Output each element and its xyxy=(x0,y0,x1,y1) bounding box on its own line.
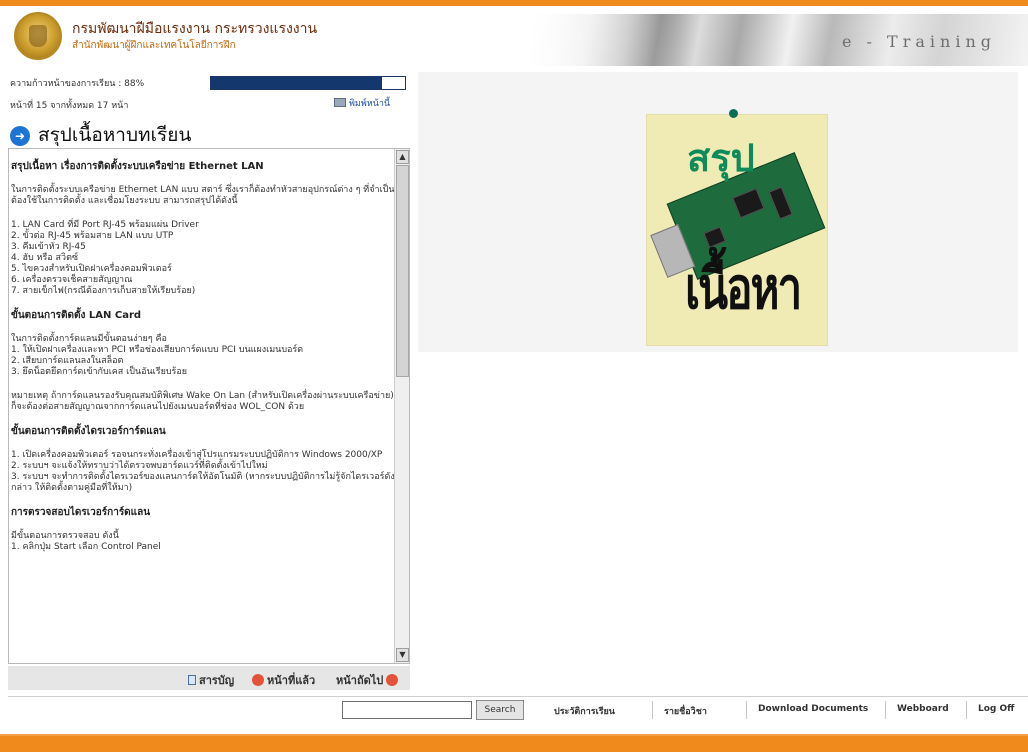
scroll-down-button[interactable]: ▼ xyxy=(396,648,409,662)
progress-fill xyxy=(211,77,382,89)
lesson-panel: ความก้าวหน้าของการเรียน : 88% หน้าที่ 15… xyxy=(8,72,412,692)
illustration-panel: สรุป เนื้อหา xyxy=(418,72,1022,692)
organization-name: กรมพัฒนาฝีมือแรงงาน กระทรวงแรงงาน xyxy=(72,21,318,37)
nav-download-documents[interactable]: Download Documents xyxy=(758,704,868,714)
banner-text: e - Training xyxy=(842,32,996,51)
arrow-right-icon: ➜ xyxy=(10,126,30,146)
organization-logo xyxy=(14,12,62,60)
pin-icon xyxy=(729,109,738,118)
divider xyxy=(966,701,967,719)
back-icon xyxy=(252,674,264,686)
content-heading: ขั้นตอนการติดตั้ง LAN Card xyxy=(11,310,142,321)
list-item: 5. ไขควงสำหรับเปิดฝาเครื่องคอมพิวเตอร์ xyxy=(11,264,172,274)
nav-log-off[interactable]: Log Off xyxy=(978,704,1014,714)
driver-steps-list: 1. เปิดเครื่องคอมพิวเตอร์ รอจนกระทั่งเคร… xyxy=(11,450,395,494)
list-item: 3. ระบบฯ จะทำการติดตั้งไดรเวอร์ของแลนการ… xyxy=(11,472,395,493)
list-item: 1. เปิดเครื่องคอมพิวเตอร์ รอจนกระทั่งเคร… xyxy=(11,450,383,460)
summary-card-image: สรุป เนื้อหา xyxy=(646,109,828,346)
list-item: 3. ยึดน็อตยึดการ์ดเข้ากับเคส เป็นอันเรีย… xyxy=(11,367,188,377)
next-label: หน้าถัดไป xyxy=(336,674,384,687)
next-button[interactable]: หน้าถัดไป xyxy=(336,671,399,689)
contents-label: สารบัญ xyxy=(199,674,235,687)
list-item: 2. ขั้วต่อ RJ-45 พร้อมสาย LAN แบบ UTP xyxy=(11,231,174,241)
contents-button[interactable]: สารบัญ xyxy=(188,671,234,689)
printer-icon xyxy=(334,98,346,107)
scroll-thumb[interactable] xyxy=(396,165,409,377)
chip xyxy=(732,188,765,219)
organization-subtitle: สำนักพัฒนาผู้ฝึกและเทคโนโลยีการฝึก xyxy=(72,40,236,51)
list-item: 4. ฮับ หรือ สวิตซ์ xyxy=(11,253,79,263)
check-steps-list: มีขั้นตอนการตรวจสอบ ดังนี้ 1. คลิกปุ่ม S… xyxy=(11,531,395,553)
list-item: 7. สายเข็กไฟ(กรณีต้องการเก็บสายให้เรียบร… xyxy=(11,286,196,296)
previous-label: หน้าที่แล้ว xyxy=(267,674,316,687)
equipment-list: 1. LAN Card ที่มี Port RJ-45 พร้อมแผ่น D… xyxy=(11,220,395,297)
next-icon xyxy=(386,674,399,686)
content-heading: การตรวจสอบไดรเวอร์การ์ดแลน xyxy=(11,507,151,518)
bottom-accent-bar xyxy=(0,734,1028,752)
lesson-content: สรุปเนื้อหา เรื่องการติดตั้งระบบเครือข่า… xyxy=(11,161,395,566)
site-header: กรมพัฒนาฝีมือแรงงาน กระทรวงแรงงาน สำนักพ… xyxy=(0,6,1028,66)
content-scrollbar[interactable]: ▲ ▼ xyxy=(394,149,409,663)
divider xyxy=(652,701,653,719)
page-count: หน้าที่ 15 จากทั้งหมด 17 หน้า xyxy=(10,101,129,111)
section-title-text: สรุปเนื้อหาบทเรียน xyxy=(38,124,192,146)
nav-learning-history[interactable]: ประวัติการเรียน xyxy=(554,704,615,718)
nav-course-list[interactable]: รายชื่อวิชา xyxy=(664,704,707,718)
install-steps-list: ในการติดตั้งการ์ดแลนมีขั้นตอนง่ายๆ คือ 1… xyxy=(11,334,395,378)
list-item: 2. ระบบฯ จะแจ้งให้ทราบว่าได้ตรวจพบฮาร์ดแ… xyxy=(11,461,268,471)
chip xyxy=(768,186,793,220)
content-paragraph: ในการติดตั้งระบบเครือข่าย Ethernet LAN แ… xyxy=(11,185,395,206)
print-page-link[interactable]: พิมพ์หน้านี้ xyxy=(334,96,390,110)
content-heading: ขั้นตอนการติดตั้งไดรเวอร์การ์ดแลน xyxy=(11,426,166,437)
content-heading: สรุปเนื้อหา เรื่องการติดตั้งระบบเครือข่า… xyxy=(11,161,264,172)
lesson-navigation: สารบัญ หน้าที่แล้ว หน้าถัดไป xyxy=(8,666,410,690)
list-item: 1. LAN Card ที่มี Port RJ-45 พร้อมแผ่น D… xyxy=(11,220,199,230)
content-note: หมายเหตุ ถ้าการ์ดแลนรองรับคุณสมบัติพิเศษ… xyxy=(11,391,394,412)
document-icon xyxy=(188,675,196,685)
progress-label: ความก้าวหน้าของการเรียน : 88% xyxy=(10,79,145,89)
list-intro: มีขั้นตอนการตรวจสอบ ดังนี้ xyxy=(11,531,119,541)
list-intro: ในการติดตั้งการ์ดแลนมีขั้นตอนง่ายๆ คือ xyxy=(11,334,167,344)
search-button[interactable]: Search xyxy=(476,700,524,720)
previous-button[interactable]: หน้าที่แล้ว xyxy=(252,671,315,689)
lesson-content-frame[interactable]: สรุปเนื้อหา เรื่องการติดตั้งระบบเครือข่า… xyxy=(8,148,410,664)
progress-bar xyxy=(210,76,406,90)
footer-navigation: Search ประวัติการเรียน รายชื่อวิชา Downl… xyxy=(8,696,1028,722)
section-title: ➜ สรุปเนื้อหาบทเรียน xyxy=(10,120,191,146)
list-item: 1. คลิกปุ่ม Start เลือก Control Panel xyxy=(11,542,161,552)
scroll-up-button[interactable]: ▲ xyxy=(396,150,409,164)
list-item: 3. คีมเข้าหัว RJ-45 xyxy=(11,242,86,252)
divider xyxy=(746,701,747,719)
list-item: 6. เครื่องตรวจเช็คสายสัญญาณ xyxy=(11,275,133,285)
list-item: 2. เสียบการ์ดแลนลงในสล็อต xyxy=(11,356,124,366)
card-subtitle: เนื้อหา xyxy=(685,256,802,323)
print-label: พิมพ์หน้านี้ xyxy=(349,99,391,109)
search-input[interactable] xyxy=(342,701,472,719)
nav-webboard[interactable]: Webboard xyxy=(897,704,949,714)
card-title: สรุป xyxy=(687,136,755,180)
list-item: 1. ให้เปิดฝาเครื่องและหา PCI หรือช่องเสี… xyxy=(11,345,304,355)
divider xyxy=(885,701,886,719)
